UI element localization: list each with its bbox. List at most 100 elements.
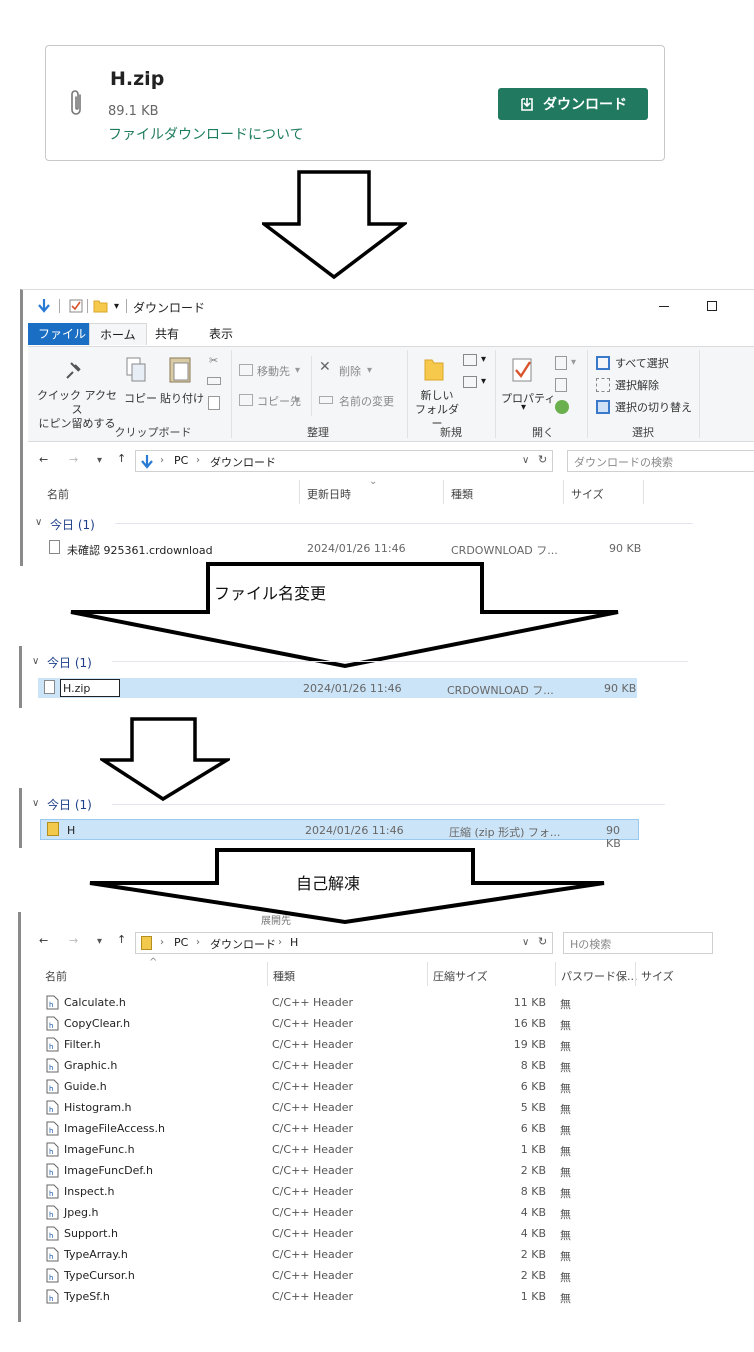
search-input[interactable]: Hの検索 xyxy=(563,932,713,954)
chevron-down-icon[interactable]: ▾ xyxy=(521,402,526,413)
delete-button[interactable]: 削除 xyxy=(339,363,361,379)
back-arrow-icon[interactable]: ← xyxy=(39,453,48,466)
minimize-icon[interactable] xyxy=(659,306,669,307)
properties-button[interactable]: プロパティ xyxy=(501,390,555,406)
rename-button[interactable]: 名前の変更 xyxy=(339,393,394,409)
download-filename: H.zip xyxy=(110,68,165,90)
forward-arrow-icon[interactable]: → xyxy=(69,453,78,466)
table-row[interactable]: h TypeArray.h C/C++ Header 2 KB 無 xyxy=(44,1245,604,1266)
address-chevron-icon[interactable]: ∨ xyxy=(522,937,529,948)
file-password: 無 xyxy=(560,1040,571,1053)
table-row[interactable]: h ImageFileAccess.h C/C++ Header 6 KB 無 xyxy=(44,1119,604,1140)
table-row[interactable]: h Support.h C/C++ Header 4 KB 無 xyxy=(44,1224,604,1245)
history-icon[interactable] xyxy=(555,400,569,414)
easy-access-icon[interactable] xyxy=(463,376,477,388)
breadcrumb-downloads[interactable]: ダウンロード xyxy=(210,936,276,952)
tab-file[interactable]: ファイル xyxy=(28,323,97,345)
file-type: C/C++ Header xyxy=(272,1206,354,1219)
open-icon[interactable] xyxy=(555,356,567,370)
chevron-down-icon[interactable]: ▾ xyxy=(481,354,486,365)
column-name[interactable]: 名前 xyxy=(45,968,67,984)
recent-chevron-icon[interactable]: ▾ xyxy=(97,936,102,947)
chevron-down-icon[interactable]: ▾ xyxy=(571,357,576,368)
address-chevron-icon[interactable]: ∨ xyxy=(522,455,529,466)
forward-arrow-icon[interactable]: → xyxy=(69,934,78,947)
select-none-button[interactable]: 選択解除 xyxy=(615,377,659,393)
table-row[interactable]: h Jpeg.h C/C++ Header 4 KB 無 xyxy=(44,1203,604,1224)
up-arrow-icon[interactable]: ↑ xyxy=(117,933,126,946)
column-size[interactable]: サイズ xyxy=(571,486,604,502)
invert-selection-button[interactable]: 選択の切り替え xyxy=(615,399,692,415)
group-collapse-icon[interactable]: ∨ xyxy=(32,656,39,667)
file-name: H xyxy=(67,824,76,837)
column-modified[interactable]: 更新日時 xyxy=(307,486,351,502)
breadcrumb-pc[interactable]: PC xyxy=(174,454,188,467)
chevron-down-icon[interactable]: ▾ xyxy=(295,365,300,376)
file-row[interactable]: 未確認 925361.crdownload 2024/01/26 11:46 C… xyxy=(37,538,657,558)
address-bar[interactable]: › PC › ダウンロード ∨ ↻ xyxy=(135,450,553,472)
chevron-down-icon[interactable]: ▾ xyxy=(367,365,372,376)
file-compressed-size: 2 KB xyxy=(520,1164,546,1177)
up-arrow-icon[interactable]: ↑ xyxy=(117,452,126,465)
scissors-icon[interactable]: ✂ xyxy=(209,354,218,367)
select-all-button[interactable]: すべて選択 xyxy=(615,355,669,371)
refresh-icon[interactable]: ↻ xyxy=(538,935,547,948)
chevron-down-icon[interactable]: ▾ xyxy=(295,395,300,406)
column-password[interactable]: パスワード保... xyxy=(561,968,638,984)
file-row-renaming[interactable]: H.zip 2024/01/26 11:46 CRDOWNLOAD フ... 9… xyxy=(38,678,637,698)
column-compressed-size[interactable]: 圧縮サイズ xyxy=(433,968,488,984)
file-name: ImageFileAccess.h xyxy=(64,1122,165,1135)
breadcrumb-pc[interactable]: PC xyxy=(174,936,188,949)
column-type[interactable]: 種類 xyxy=(451,486,473,502)
rename-input[interactable]: H.zip xyxy=(60,679,120,697)
table-row[interactable]: h Guide.h C/C++ Header 6 KB 無 xyxy=(44,1077,604,1098)
column-name[interactable]: 名前 xyxy=(47,486,69,502)
table-row[interactable]: h Graphic.h C/C++ Header 8 KB 無 xyxy=(44,1056,604,1077)
tab-home[interactable]: ホーム xyxy=(89,323,147,345)
maximize-icon[interactable] xyxy=(707,301,717,311)
copy-path-icon[interactable] xyxy=(207,377,221,385)
table-row[interactable]: h Histogram.h C/C++ Header 5 KB 無 xyxy=(44,1098,604,1119)
folder-icon[interactable] xyxy=(93,299,108,313)
group-header-today[interactable]: 今日 (1) xyxy=(47,654,92,671)
qat-dropdown-icon[interactable]: ▾ xyxy=(114,301,119,312)
column-size[interactable]: サイズ xyxy=(641,968,674,984)
chevron-down-icon[interactable]: ▾ xyxy=(481,376,486,387)
recent-chevron-icon[interactable]: ▾ xyxy=(97,455,102,466)
svg-text:h: h xyxy=(49,1043,53,1051)
group-collapse-icon[interactable]: ∨ xyxy=(32,798,39,809)
paste-shortcut-icon[interactable] xyxy=(208,396,220,410)
file-row-zip[interactable]: H 2024/01/26 11:46 圧縮 (zip 形式) フォ... 90 … xyxy=(40,819,639,850)
breadcrumb-downloads[interactable]: ダウンロード xyxy=(210,454,276,470)
tab-view[interactable]: 表示 xyxy=(199,323,243,345)
group-collapse-icon[interactable]: ∨ xyxy=(35,517,42,528)
copy-button[interactable]: コピー xyxy=(124,390,157,406)
refresh-icon[interactable]: ↻ xyxy=(538,453,547,466)
paste-button[interactable]: 貼り付け xyxy=(160,390,204,406)
file-password: 無 xyxy=(560,1187,571,1200)
table-row[interactable]: h TypeCursor.h C/C++ Header 2 KB 無 xyxy=(44,1266,604,1287)
properties-check-icon[interactable] xyxy=(69,299,83,313)
table-row[interactable]: h Calculate.h C/C++ Header 11 KB 無 xyxy=(44,993,604,1014)
table-row[interactable]: h CopyClear.h C/C++ Header 16 KB 無 xyxy=(44,1014,604,1035)
new-item-icon[interactable] xyxy=(463,354,477,366)
table-row[interactable]: h TypeSf.h C/C++ Header 1 KB 無 xyxy=(44,1287,604,1308)
table-row[interactable]: h ImageFuncDef.h C/C++ Header 2 KB 無 xyxy=(44,1161,604,1182)
about-download-link[interactable]: ファイルダウンロードについて xyxy=(108,124,304,144)
breadcrumb-h[interactable]: H xyxy=(290,936,298,949)
group-header-today[interactable]: 今日 (1) xyxy=(47,796,92,813)
back-arrow-icon[interactable]: ← xyxy=(39,934,48,947)
edit-icon[interactable] xyxy=(555,378,567,392)
group-header-today[interactable]: 今日 (1) xyxy=(50,516,95,533)
move-to-button[interactable]: 移動先 xyxy=(257,363,290,379)
tab-share[interactable]: 共有 xyxy=(145,323,189,345)
header-file-icon: h xyxy=(46,1268,59,1283)
address-bar[interactable]: › PC › ダウンロード › H ∨ ↻ xyxy=(135,932,553,954)
table-row[interactable]: h ImageFunc.h C/C++ Header 1 KB 無 xyxy=(44,1140,604,1161)
column-type[interactable]: 種類 xyxy=(273,968,295,984)
search-input[interactable]: ダウンロードの検索 xyxy=(567,450,754,472)
file-type: CRDOWNLOAD フ... xyxy=(451,544,558,557)
table-row[interactable]: h Filter.h C/C++ Header 19 KB 無 xyxy=(44,1035,604,1056)
download-button[interactable]: ダウンロード xyxy=(498,88,648,120)
table-row[interactable]: h Inspect.h C/C++ Header 8 KB 無 xyxy=(44,1182,604,1203)
